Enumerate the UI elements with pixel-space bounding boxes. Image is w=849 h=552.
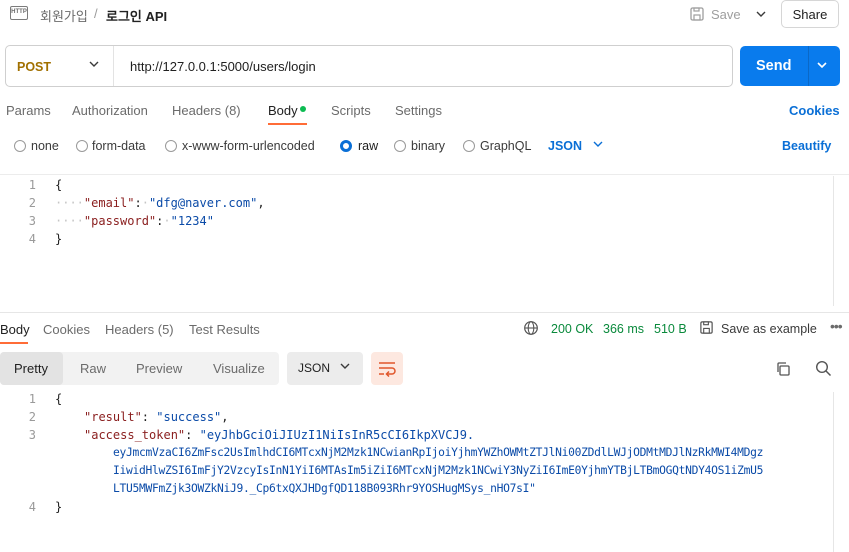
beautify-button[interactable]: Beautify (782, 139, 831, 153)
request-body-editor[interactable] (0, 174, 849, 308)
save-icon (690, 7, 704, 21)
breadcrumb-separator: / (94, 6, 98, 21)
body-indicator-dot (300, 106, 306, 112)
tab-authorization[interactable]: Authorization (72, 103, 148, 118)
tab-settings[interactable]: Settings (395, 103, 442, 118)
globe-icon[interactable] (523, 320, 539, 339)
response-tab-underline (0, 342, 28, 344)
line-number: 2 (28, 410, 36, 424)
line-number: 1 (28, 392, 36, 406)
response-tab-body[interactable]: Body (0, 322, 30, 337)
view-visualize[interactable]: Visualize (213, 361, 265, 376)
tab-headers[interactable]: Headers (8) (172, 103, 241, 118)
more-options-icon[interactable]: ••• (830, 318, 843, 334)
token-continuation: IiwidHlwZSI6ImFjY2VzcyIsInN1YiI6MTAsIm5i… (113, 464, 764, 477)
code-line: } (55, 500, 63, 514)
line-number: 2 (28, 196, 36, 210)
request-title[interactable]: 로그인 API (106, 6, 167, 25)
code-line: ····"password":·"1234" (55, 214, 214, 228)
radio-raw-label[interactable]: raw (358, 139, 378, 153)
line-number: 1 (28, 178, 36, 192)
response-time[interactable]: 366 ms (603, 322, 644, 336)
response-size[interactable]: 510 B (654, 322, 687, 336)
view-preview[interactable]: Preview (136, 361, 182, 376)
http-request-icon: HTTP (10, 6, 28, 20)
method-chevron-down-icon[interactable] (88, 58, 100, 73)
line-number: 3 (28, 214, 36, 228)
save-as-example-button[interactable]: Save as example (721, 322, 817, 336)
response-tab-cookies[interactable]: Cookies (43, 322, 90, 337)
status-code[interactable]: 200 OK (551, 322, 593, 336)
line-number: 4 (28, 500, 36, 514)
search-icon[interactable] (815, 360, 832, 380)
format-chevron-down-icon[interactable] (592, 138, 604, 153)
radio-binary-label[interactable]: binary (411, 139, 445, 153)
code-line: "access_token": "eyJhbGciOiJIUzI1NiIsInR… (84, 428, 475, 442)
code-line: } (55, 232, 63, 246)
active-tab-underline (268, 123, 307, 125)
view-pretty[interactable]: Pretty (14, 361, 48, 376)
response-tab-headers[interactable]: Headers (5) (105, 322, 174, 337)
radio-graphql[interactable] (463, 140, 475, 152)
radio-binary[interactable] (394, 140, 406, 152)
radio-graphql-label[interactable]: GraphQL (480, 139, 531, 153)
save-button[interactable]: Save (689, 1, 741, 27)
send-divider (808, 46, 809, 86)
wrap-lines-icon (379, 362, 396, 377)
line-number: 4 (28, 232, 36, 246)
url-divider (113, 46, 114, 86)
editor-scrollbar[interactable] (833, 176, 834, 306)
url-input[interactable]: http://127.0.0.1:5000/users/login (130, 59, 316, 74)
radio-form-data-label[interactable]: form-data (92, 139, 146, 153)
response-divider[interactable] (0, 312, 849, 313)
share-label: Share (792, 6, 828, 22)
chevron-down-icon (756, 11, 766, 17)
radio-urlencoded[interactable] (165, 140, 177, 152)
response-format-label[interactable]: JSON (298, 361, 330, 375)
share-button[interactable]: Share (781, 0, 839, 28)
code-line: { (55, 178, 63, 192)
cookies-link[interactable]: Cookies (789, 103, 840, 118)
save-options-button[interactable] (751, 4, 771, 24)
radio-urlencoded-label[interactable]: x-www-form-urlencoded (182, 139, 315, 153)
save-label: Save (711, 6, 741, 22)
response-format-chevron-icon[interactable] (339, 360, 351, 375)
radio-none-label[interactable]: none (31, 139, 59, 153)
radio-none[interactable] (14, 140, 26, 152)
send-label[interactable]: Send (756, 58, 791, 74)
save-example-icon[interactable] (699, 320, 714, 338)
tab-scripts[interactable]: Scripts (331, 103, 371, 118)
token-continuation: LTU5MWFmZjk3OWZkNiJ9._Cp6txQXJHDgfQD118B… (113, 482, 536, 495)
view-raw[interactable]: Raw (80, 361, 106, 376)
code-line: "result": "success", (84, 410, 229, 424)
url-bar (5, 45, 733, 87)
wrap-lines-button[interactable] (371, 352, 403, 385)
breadcrumb-collection[interactable]: 회원가입 (40, 6, 88, 25)
code-line: { (55, 392, 63, 406)
copy-icon[interactable] (775, 361, 791, 380)
radio-form-data[interactable] (76, 140, 88, 152)
token-continuation: eyJmcmVzaCI6ZmFsc2UsImlhdCI6MTcxNjM2Mzk1… (113, 446, 764, 459)
method-select[interactable]: POST (17, 60, 51, 74)
send-options-chevron-icon[interactable] (815, 58, 829, 75)
code-line: ····"email":·"dfg@naver.com", (55, 196, 265, 210)
line-number: 3 (28, 428, 36, 442)
tab-body[interactable]: Body (268, 103, 298, 118)
response-tab-test-results[interactable]: Test Results (189, 322, 260, 337)
body-format-select[interactable]: JSON (548, 139, 582, 153)
radio-raw[interactable] (340, 140, 352, 152)
response-scrollbar[interactable] (833, 392, 834, 552)
tab-params[interactable]: Params (6, 103, 51, 118)
